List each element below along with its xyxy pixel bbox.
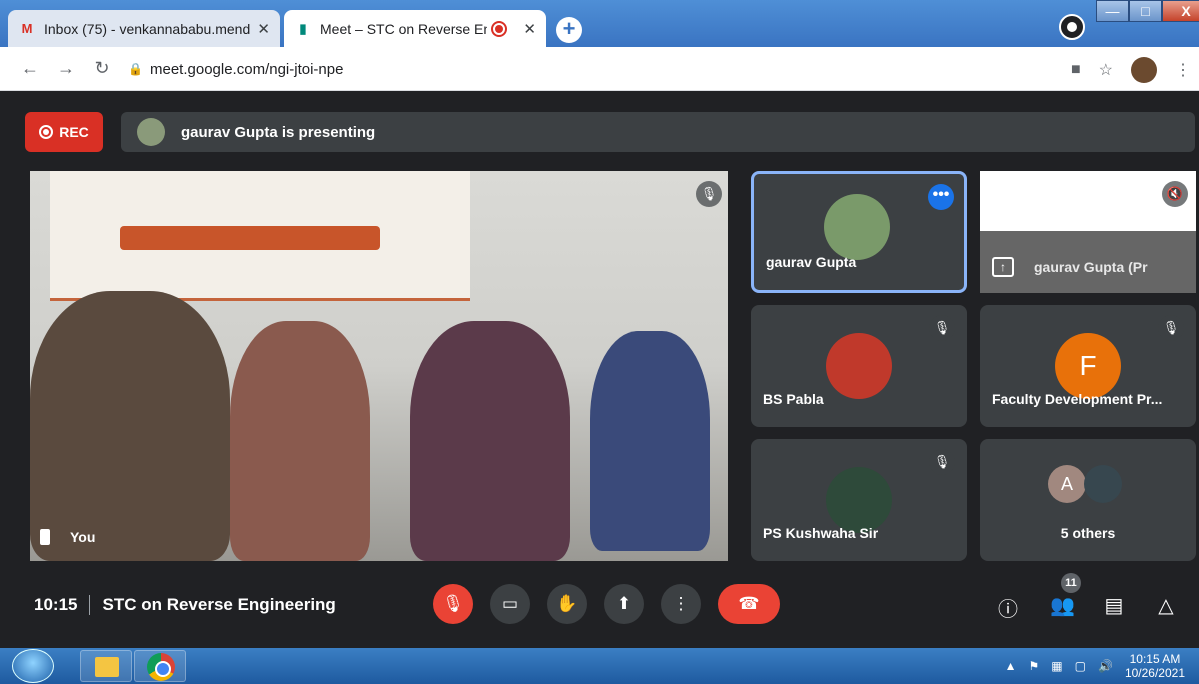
reload-icon[interactable]: ↻ <box>88 58 116 79</box>
clock-date: 10/26/2021 <box>1124 666 1185 680</box>
tab-gmail[interactable]: M Inbox (75) - venkannababu.mend ✕ <box>8 10 280 47</box>
lock-icon: 🔒 <box>128 62 143 76</box>
window-controls: — □ X <box>1096 0 1199 22</box>
avatar: A <box>1048 465 1086 503</box>
close-window-button[interactable]: X <box>1162 0 1199 22</box>
close-tab-icon[interactable]: ✕ <box>257 20 270 38</box>
new-tab-button[interactable]: + <box>556 17 582 43</box>
meet-area: REC gaurav Gupta is presenting 🎙 You •••… <box>0 91 1199 648</box>
participant-name: gaurav Gupta (Pr <box>1034 259 1148 275</box>
avatar: F <box>1055 333 1121 399</box>
recording-indicator-icon <box>493 22 506 35</box>
avatar <box>1084 465 1122 503</box>
folder-icon <box>95 657 119 677</box>
raise-hand-button[interactable]: ✋ <box>547 584 587 624</box>
divider <box>89 595 91 615</box>
participant-name: 5 others <box>1060 525 1116 541</box>
tab-meet[interactable]: ▮ Meet – STC on Reverse Engir ✕ <box>284 10 546 47</box>
mic-off-icon: 🎙 <box>696 181 722 207</box>
participant-name: You <box>70 529 96 545</box>
back-icon[interactable]: ← <box>16 58 44 79</box>
system-tray: ▲ ⚑ ▦ ▢ 🔊 10:15 AM 10/26/2021 <box>1005 652 1185 680</box>
present-button[interactable]: ⬆ <box>604 584 644 624</box>
clock-time: 10:15 AM <box>1129 652 1181 666</box>
display-icon[interactable]: ▢ <box>1075 659 1086 673</box>
windows-taskbar: ▲ ⚑ ▦ ▢ 🔊 10:15 AM 10/26/2021 <box>0 648 1199 684</box>
avatar <box>826 333 892 399</box>
mic-off-icon: 🎙 <box>929 315 955 341</box>
pin-icon[interactable] <box>40 529 50 545</box>
tray-arrow-icon[interactable]: ▲ <box>1005 659 1017 673</box>
camera-toggle-button[interactable]: ▭ <box>490 584 530 624</box>
address-bar[interactable]: 🔒 meet.google.com/ngi-jtoi-npe <box>128 54 1048 84</box>
browser-toolbar: ← → ↻ 🔒 meet.google.com/ngi-jtoi-npe ■ ☆… <box>0 47 1199 91</box>
video-banner <box>50 171 470 301</box>
meeting-info: 10:15 STC on Reverse Engineering <box>34 595 336 615</box>
end-call-button[interactable]: ☎ <box>718 584 780 624</box>
people-count-badge: 11 <box>1061 573 1081 593</box>
participant-name: PS Kushwaha Sir <box>763 525 879 541</box>
avatar <box>826 467 892 533</box>
presentation-tile[interactable]: 🔇 ↑ gaurav Gupta (Pr <box>980 171 1196 293</box>
toolbar-actions: ■ ☆ ⋮ <box>1071 57 1191 83</box>
mic-off-icon: 🎙 <box>1158 315 1184 341</box>
maximize-button[interactable]: □ <box>1129 0 1162 22</box>
video-person <box>30 291 230 561</box>
rec-label: REC <box>59 124 89 140</box>
more-options-button[interactable]: ⋮ <box>661 584 701 624</box>
info-icon[interactable]: ⓘ <box>996 593 1020 622</box>
taskbar-explorer[interactable] <box>80 650 132 682</box>
video-person <box>230 321 370 561</box>
mic-toggle-button[interactable]: 🎙 <box>433 584 473 624</box>
profile-icon[interactable] <box>1059 14 1085 40</box>
rec-button[interactable]: REC <box>25 112 103 152</box>
chat-icon[interactable]: ▤ <box>1102 593 1126 618</box>
mic-off-icon: 🎙 <box>929 449 955 475</box>
you-label: You <box>40 529 95 545</box>
people-icon[interactable]: 👥 <box>1050 593 1075 618</box>
participant-tile-gaurav[interactable]: ••• gaurav Gupta <box>751 171 967 293</box>
activities-icon[interactable]: △ <box>1154 593 1178 618</box>
main-video-tile[interactable]: 🎙 You <box>30 171 728 561</box>
tab-title: Inbox (75) - venkannababu.mend <box>44 20 251 37</box>
volume-icon[interactable]: 🔊 <box>1098 659 1113 673</box>
participant-tile-others[interactable]: A 5 others <box>980 439 1196 561</box>
presenting-text: gaurav Gupta is presenting <box>181 123 376 141</box>
record-icon <box>39 125 54 139</box>
camera-icon[interactable]: ■ <box>1071 61 1081 79</box>
meet-icon: ▮ <box>299 20 307 36</box>
menu-icon[interactable]: ⋮ <box>1175 60 1191 80</box>
present-icon: ↑ <box>992 257 1014 277</box>
chrome-icon <box>147 653 175 681</box>
avatar[interactable] <box>1131 57 1157 83</box>
taskbar-clock[interactable]: 10:15 AM 10/26/2021 <box>1125 652 1185 680</box>
url-text: meet.google.com/ngi-jtoi-npe <box>150 60 344 78</box>
participant-tile-ps-kushwaha[interactable]: 🎙 PS Kushwaha Sir <box>751 439 967 561</box>
participant-tile-faculty[interactable]: F 🎙 Faculty Development Pr... <box>980 305 1196 427</box>
participant-name: gaurav Gupta <box>766 254 857 270</box>
meeting-title: STC on Reverse Engineering <box>102 595 336 614</box>
video-person <box>410 321 570 561</box>
avatar <box>824 194 890 260</box>
bookmark-star-icon[interactable]: ☆ <box>1099 60 1113 80</box>
participant-tile-bs-pabla[interactable]: 🎙 BS Pabla <box>751 305 967 427</box>
participant-name: BS Pabla <box>763 391 824 407</box>
flag-icon[interactable]: ⚑ <box>1029 659 1040 673</box>
participant-name: Faculty Development Pr... <box>992 391 1163 407</box>
network-icon[interactable]: ▦ <box>1051 659 1062 673</box>
video-person <box>590 331 710 551</box>
minimize-button[interactable]: — <box>1096 0 1129 22</box>
start-button[interactable] <box>12 649 54 683</box>
tab-title: Meet – STC on Reverse Engir <box>320 20 488 37</box>
more-options-icon[interactable]: ••• <box>928 184 954 210</box>
forward-icon[interactable]: → <box>52 58 80 79</box>
browser-tabstrip: M Inbox (75) - venkannababu.mend ✕ ▮ Mee… <box>0 0 1199 47</box>
presenting-banner[interactable]: gaurav Gupta is presenting <box>121 112 1195 152</box>
taskbar-chrome[interactable] <box>134 650 186 682</box>
avatar <box>137 118 165 146</box>
mic-off-icon: 🔇 <box>1162 181 1188 207</box>
close-tab-icon[interactable]: ✕ <box>523 20 536 38</box>
gmail-icon: M <box>21 21 33 36</box>
meeting-time: 10:15 <box>34 595 78 614</box>
